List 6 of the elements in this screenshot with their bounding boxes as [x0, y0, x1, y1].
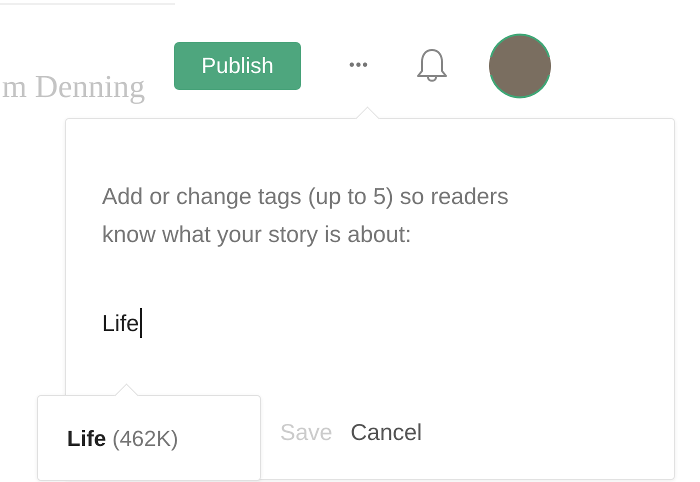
story-author-heading: m Denning — [2, 68, 146, 105]
tag-suggestion[interactable]: Life (462K) — [67, 426, 178, 452]
tags-instructions: Add or change tags (up to 5) so readers know what your story is about: — [102, 182, 510, 249]
tag-input-field[interactable]: Life — [102, 305, 402, 341]
cancel-button[interactable]: Cancel — [350, 419, 422, 446]
more-button[interactable]: ••• — [349, 57, 369, 75]
